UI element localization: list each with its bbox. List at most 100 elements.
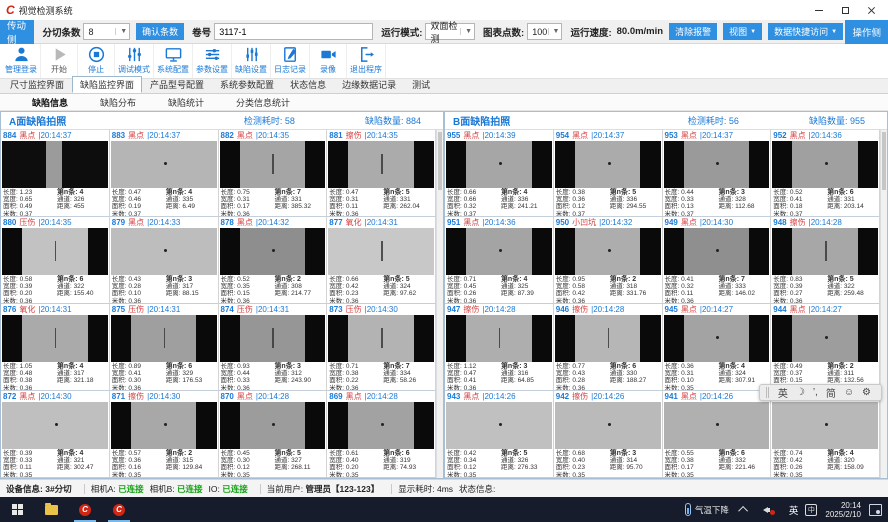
scrollbar-thumb[interactable] — [882, 132, 886, 190]
defect-cell[interactable]: 944 黑点 |20:14:27 长度: 0.49 — [771, 304, 880, 391]
defect-cell[interactable]: 947 擦伤 |20:14:28 长度: 1.12 — [445, 304, 554, 391]
admin-login-button[interactable]: 管理登录 — [2, 44, 41, 78]
defect-image[interactable] — [220, 141, 326, 188]
defect-cell[interactable]: 875 压伤 |20:14:31 长度: 0.89 — [110, 304, 219, 391]
start-menu-button[interactable] — [0, 497, 34, 522]
defect-image[interactable] — [111, 228, 217, 275]
defect-image[interactable] — [328, 141, 434, 188]
ime-toolbar[interactable]: 英 ☽ ’, 简 ☺ ⚙ — [759, 384, 882, 401]
defect-cell[interactable]: 945 黑点 |20:14:27 长度: 0.36 — [663, 304, 772, 391]
defect-image[interactable] — [111, 315, 217, 362]
defect-image[interactable] — [220, 228, 326, 275]
chart-points-select[interactable]: 100▼ — [527, 23, 562, 40]
hidden-icons-chevron[interactable] — [738, 506, 748, 516]
defect-cell[interactable]: 874 压伤 |20:14:31 长度: 0.93 — [219, 304, 328, 391]
operator-side-button[interactable]: 操作侧 — [845, 20, 888, 44]
language-indicator[interactable]: 英 — [789, 503, 799, 517]
defect-cell[interactable]: 940 擦伤 |20:14:26 长度: 0.74 — [771, 391, 880, 478]
defect-cell[interactable]: 951 黑点 |20:14:36 长度: 0.71 — [445, 217, 554, 304]
defect-cell[interactable]: 952 黑点 |20:14:36 长度: 0.52 — [771, 130, 880, 217]
emoji-icon[interactable]: ☺ — [844, 387, 854, 398]
weather-text[interactable]: 气温下降 — [695, 504, 729, 516]
subtab-defect-info[interactable]: 缺陷信息 — [16, 95, 84, 110]
defect-image[interactable] — [446, 315, 552, 362]
defect-image[interactable] — [2, 141, 108, 188]
drive-side-button[interactable]: 传动侧 — [0, 20, 34, 44]
confirm-count-button[interactable]: 确认条数 — [136, 23, 184, 40]
defect-image[interactable] — [111, 402, 217, 449]
defect-cell[interactable]: 946 擦伤 |20:14:28 长度: 0.77 — [554, 304, 663, 391]
action-center-icon[interactable] — [869, 504, 882, 516]
ime-simplified-mode[interactable]: 简 — [826, 385, 836, 400]
defect-cell[interactable]: 941 黑点 |20:14:26 长度: 0.55 — [663, 391, 772, 478]
defect-image[interactable] — [555, 141, 661, 188]
defect-image[interactable] — [446, 402, 552, 449]
clear-alarm-button[interactable]: 清除报警 — [669, 23, 717, 40]
scrollbar-thumb[interactable] — [438, 132, 442, 190]
defect-cell[interactable]: 871 擦伤 |20:14:30 长度: 0.57 — [110, 391, 219, 478]
defect-image[interactable] — [664, 315, 770, 362]
defect-cell[interactable]: 950 小凹坑 |20:14:32 长度: 0.95 — [554, 217, 663, 304]
taskbar-app-1[interactable]: C — [68, 497, 102, 522]
defect-cell[interactable]: 880 压伤 |20:14:35 长度: 0.58 — [1, 217, 110, 304]
defect-cell[interactable]: 948 擦伤 |20:14:28 长度: 0.83 — [771, 217, 880, 304]
defect-cell[interactable]: 872 黑点 |20:14:30 长度: 0.39 — [1, 391, 110, 478]
defect-cell[interactable]: 884 黑点 |20:14:37 长度: 1.23 — [1, 130, 110, 217]
panel-b-scrollbar[interactable] — [880, 130, 887, 478]
log-record-button[interactable]: 日志记录 — [271, 44, 310, 78]
defect-cell[interactable]: 955 黑点 |20:14:39 长度: 0.66 — [445, 130, 554, 217]
tab-product-model-config[interactable]: 产品型号配置 — [142, 76, 212, 93]
panel-a-scrollbar[interactable] — [436, 130, 443, 478]
defect-cell[interactable]: 953 黑点 |20:14:37 长度: 0.44 — [663, 130, 772, 217]
defect-image[interactable] — [111, 141, 217, 188]
maximize-button[interactable] — [832, 1, 858, 19]
defect-cell[interactable]: 876 氧化 |20:14:31 长度: 1.05 — [1, 304, 110, 391]
defect-cell[interactable]: 879 黑点 |20:14:33 长度: 0.43 — [110, 217, 219, 304]
defect-image[interactable] — [555, 315, 661, 362]
defect-image[interactable] — [2, 315, 108, 362]
run-mode-select[interactable]: 双面检测▼ — [425, 23, 475, 40]
start-button[interactable]: 开始 — [41, 44, 78, 78]
thermometer-icon[interactable] — [685, 503, 691, 516]
tab-size-monitor[interactable]: 尺寸监控界面 — [2, 76, 72, 93]
defect-image[interactable] — [2, 228, 108, 275]
defect-settings-button[interactable]: 缺陷设置 — [232, 44, 271, 78]
ime-english-mode[interactable]: 英 — [778, 385, 788, 400]
system-config-button[interactable]: 系统配置 — [154, 44, 193, 78]
defect-image[interactable] — [328, 228, 434, 275]
tab-edge-data-record[interactable]: 边缘数据记录 — [334, 76, 404, 93]
gear-icon[interactable]: ⚙ — [862, 387, 871, 398]
record-video-button[interactable]: 录像 — [310, 44, 347, 78]
defect-image[interactable] — [664, 402, 770, 449]
punctuation-icon[interactable]: ’, — [813, 387, 818, 398]
defect-cell[interactable]: 943 黑点 |20:14:26 长度: 0.42 — [445, 391, 554, 478]
defect-cell[interactable]: 878 黑点 |20:14:32 长度: 0.52 — [219, 217, 328, 304]
tab-status-info[interactable]: 状态信息 — [282, 76, 334, 93]
defect-image[interactable] — [664, 141, 770, 188]
defect-image[interactable] — [772, 141, 878, 188]
debug-mode-button[interactable]: 调试模式 — [115, 44, 154, 78]
defect-cell[interactable]: 942 擦伤 |20:14:26 长度: 0.68 — [554, 391, 663, 478]
tab-system-param-config[interactable]: 系统参数配置 — [212, 76, 282, 93]
defect-image[interactable] — [772, 228, 878, 275]
clock[interactable]: 20:142025/2/10 — [825, 501, 861, 519]
defect-cell[interactable]: 873 压伤 |20:14:30 长度: 0.71 — [327, 304, 436, 391]
minimize-button[interactable] — [806, 1, 832, 19]
defect-cell[interactable]: 869 黑点 |20:14:28 长度: 0.61 — [327, 391, 436, 478]
defect-image[interactable] — [328, 402, 434, 449]
defect-image[interactable] — [446, 141, 552, 188]
defect-cell[interactable]: 882 黑点 |20:14:35 长度: 0.75 — [219, 130, 328, 217]
defect-cell[interactable]: 883 黑点 |20:14:37 长度: 0.47 — [110, 130, 219, 217]
moon-icon[interactable]: ☽ — [796, 387, 805, 398]
subtab-class-info-statistics[interactable]: 分类信息统计 — [220, 95, 306, 110]
stop-button[interactable]: 停止 — [78, 44, 115, 78]
parameter-settings-button[interactable]: 参数设置 — [193, 44, 232, 78]
defect-image[interactable] — [2, 402, 108, 449]
defect-cell[interactable]: 870 黑点 |20:14:28 长度: 0.45 — [219, 391, 328, 478]
roll-number-input[interactable] — [214, 23, 373, 40]
defect-cell[interactable]: 954 黑点 |20:14:37 长度: 0.38 — [554, 130, 663, 217]
tab-test[interactable]: 测试 — [404, 76, 438, 93]
subtab-defect-distribution[interactable]: 缺陷分布 — [84, 95, 152, 110]
ime-drag-handle[interactable] — [766, 387, 769, 398]
defect-image[interactable] — [772, 315, 878, 362]
